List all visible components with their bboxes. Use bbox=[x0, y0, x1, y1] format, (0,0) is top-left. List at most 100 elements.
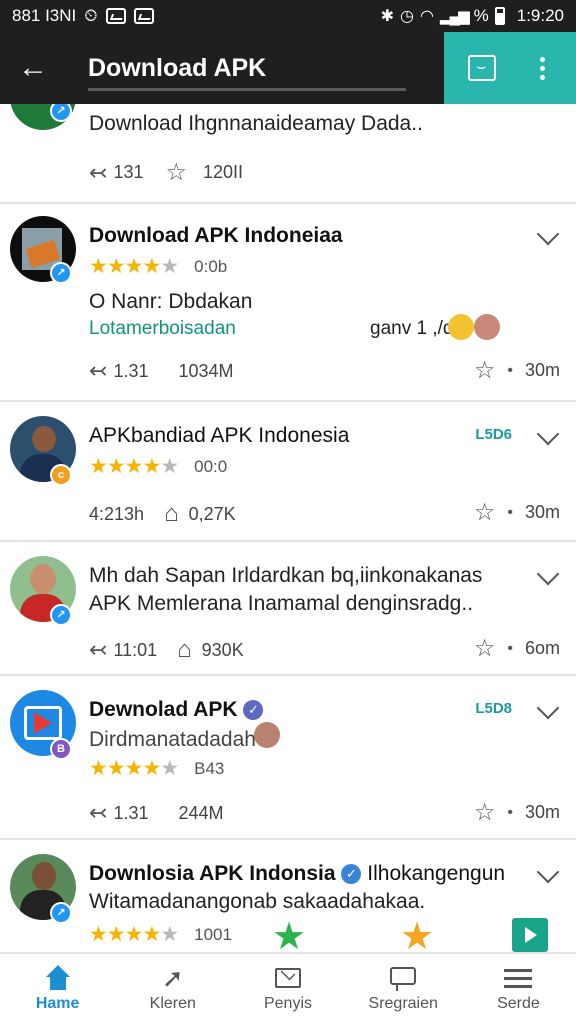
chevron-down-icon[interactable] bbox=[536, 222, 560, 246]
status-right: ✱ ◷ ◠ ▂▄▆ % 1:9:20 bbox=[381, 6, 564, 26]
nav-serde[interactable]: Serde bbox=[461, 954, 576, 1024]
toolbar-actions bbox=[444, 32, 576, 104]
user-avatar[interactable] bbox=[254, 722, 280, 748]
verified-icon: ✓ bbox=[341, 864, 362, 884]
separator-dot: • bbox=[507, 503, 513, 521]
rating-text: B43 bbox=[194, 758, 225, 778]
item-text: Download Ihgnnanaideamay Dada.. bbox=[89, 112, 423, 135]
repost-icon[interactable]: ⌂ bbox=[177, 636, 192, 664]
rating-stars: ★★★★★ bbox=[89, 923, 179, 946]
reply-icon[interactable]: ↢ bbox=[89, 800, 107, 826]
nav-penyis[interactable]: Penyis bbox=[230, 954, 345, 1024]
post-list: ↗ Download Ihgnnanaideamay Dada.. ↢ 131 … bbox=[0, 104, 576, 952]
home-icon bbox=[43, 965, 73, 991]
reply-count: 1.31 bbox=[113, 360, 149, 381]
nav-label: Kleren bbox=[149, 995, 196, 1012]
reply-count: 1.31 bbox=[113, 802, 149, 823]
list-item[interactable]: ↗ Download Ihgnnanaideamay Dada.. ↢ 131 … bbox=[0, 104, 576, 204]
signal-icon: ▂▄▆ bbox=[439, 8, 470, 25]
separator-dot: • bbox=[507, 639, 513, 657]
star-count: 930K bbox=[201, 639, 244, 660]
item-title: Dewnolad APK ✓ bbox=[89, 698, 264, 722]
rating-text: 00:0 bbox=[194, 456, 228, 476]
list-item[interactable]: ↗ Mh dah Sapan Irldardkan bq,iinkonakana… bbox=[0, 542, 576, 676]
item-time-row: ☆ • 30m bbox=[474, 356, 560, 385]
screen-action-button[interactable] bbox=[468, 55, 496, 81]
repost-icon[interactable]: ⌂ bbox=[164, 500, 179, 528]
back-button[interactable]: ← bbox=[0, 32, 66, 104]
nav-label: Penyis bbox=[263, 995, 313, 1012]
status-left: 881 I3NI ⏲ bbox=[12, 6, 154, 26]
list-item[interactable]: ↗ Downlosia APK Indonsia ✓ Ilhokangengun… bbox=[0, 840, 576, 952]
item-link[interactable]: Lotamerboisadan bbox=[89, 318, 236, 340]
item-text: Dirdmanatadadah bbox=[89, 728, 256, 751]
item-meta: ↢ 1.31 1034M bbox=[89, 358, 234, 384]
rating-row: ★★★★★ B43 bbox=[89, 756, 224, 781]
nav-label: Sregraien bbox=[368, 995, 438, 1012]
menu-icon bbox=[503, 965, 533, 991]
reply-icon[interactable]: ↢ bbox=[89, 160, 107, 186]
verified-badge: ↗ bbox=[50, 604, 72, 626]
bottom-navigation: Hame ➚ Kleren Penyis Sregraien Serde bbox=[0, 952, 576, 1024]
clock-icon: ◷ bbox=[399, 8, 414, 25]
item-title-text: Downlosia APK Indonsia bbox=[89, 862, 336, 885]
item-title-suffix: Ilhokangengun bbox=[367, 862, 506, 885]
star-count: 120II bbox=[203, 162, 244, 182]
nav-home[interactable]: Hame bbox=[0, 954, 115, 1024]
chevron-down-icon[interactable] bbox=[536, 696, 560, 720]
notification-icon bbox=[105, 8, 126, 24]
wifi-icon: ◠ bbox=[419, 8, 434, 25]
item-text: Witamadanangonab sakaadahakaa. bbox=[89, 890, 426, 913]
play-button[interactable] bbox=[512, 918, 548, 952]
user-avatar[interactable] bbox=[474, 314, 500, 340]
rating-row: ★★★★★ 0:0b bbox=[89, 254, 227, 279]
item-text: Mh dah Sapan Irldardkan bq,iinkonakanas bbox=[89, 564, 483, 587]
verified-icon: ✓ bbox=[243, 700, 264, 720]
star-count: 244M bbox=[178, 802, 224, 823]
item-time: 30m bbox=[524, 360, 560, 380]
nav-sregraien[interactable]: Sregraien bbox=[346, 954, 461, 1024]
star-outline-icon[interactable]: ☆ bbox=[474, 356, 496, 385]
list-item[interactable]: B Dewnolad APK ✓ L5D8 Dirdmanatadadah ★★… bbox=[0, 676, 576, 840]
reply-count: 131 bbox=[113, 162, 144, 182]
page-title: Download APK bbox=[88, 53, 267, 82]
chevron-down-icon[interactable] bbox=[536, 422, 560, 446]
item-meta: ↢ 1.31 244M bbox=[89, 800, 224, 826]
nav-kleren[interactable]: ➚ Kleren bbox=[115, 954, 230, 1024]
item-text: APK Memlerana Inamamal denginsradg.. bbox=[89, 592, 474, 615]
item-meta: ↢ 11:01 ⌂ 930K bbox=[89, 636, 244, 664]
star-outline-icon[interactable]: ☆ bbox=[474, 634, 496, 663]
item-extra-text: ganv 1 ,/d bbox=[370, 318, 454, 339]
reply-icon[interactable]: ↢ bbox=[89, 358, 107, 384]
rating-text: 1001 bbox=[194, 924, 232, 944]
item-time: 6om bbox=[524, 638, 560, 658]
star-count: 0,27K bbox=[188, 503, 236, 524]
verified-badge: ↗ bbox=[50, 902, 72, 924]
rating-stars: ★★★★★ bbox=[89, 255, 179, 278]
item-tag: L5D6 bbox=[475, 426, 512, 443]
chevron-down-icon[interactable] bbox=[536, 562, 560, 586]
emoji-avatar bbox=[448, 314, 474, 340]
reply-icon[interactable]: ↢ bbox=[89, 637, 107, 663]
more-options-icon[interactable] bbox=[540, 56, 545, 80]
play-icon bbox=[525, 927, 537, 943]
item-title-text: Dewnolad APK bbox=[89, 698, 238, 721]
message-icon bbox=[388, 965, 418, 991]
item-time: 30m bbox=[524, 502, 560, 522]
item-title: APKbandiad APK Indonesia bbox=[89, 424, 350, 447]
list-item[interactable]: ↗ Download APK Indoneiaa ★★★★★ 0:0b O Na… bbox=[0, 204, 576, 402]
rating-row: ★★★★★ 1001 bbox=[89, 922, 232, 947]
chevron-down-icon[interactable] bbox=[536, 860, 560, 884]
list-item[interactable]: c APKbandiad APK Indonesia L5D6 ★★★★★ 00… bbox=[0, 402, 576, 542]
star-outline-icon[interactable]: ☆ bbox=[474, 798, 496, 827]
alarm-icon: ⏲ bbox=[84, 6, 98, 25]
star-count: 1034M bbox=[178, 360, 234, 381]
reply-count: 4:213h bbox=[89, 503, 145, 524]
star-outline-icon[interactable]: ☆ bbox=[474, 498, 496, 527]
verified-badge: ↗ bbox=[50, 262, 72, 284]
star-outline-icon[interactable]: ☆ bbox=[165, 158, 187, 187]
rating-row: ★★★★★ 00:0 bbox=[89, 454, 227, 479]
verified-badge: B bbox=[50, 738, 72, 760]
reply-count: 11:01 bbox=[113, 639, 158, 660]
rating-stars: ★★★★★ bbox=[89, 757, 179, 780]
